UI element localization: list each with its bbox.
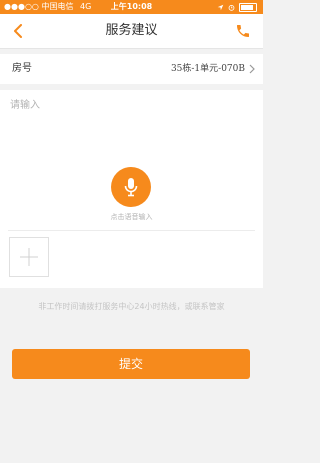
call-button[interactable] (231, 19, 255, 43)
battery-icon (239, 2, 257, 12)
location-icon (217, 4, 224, 10)
plus-icon (20, 248, 38, 266)
divider (8, 230, 255, 231)
hotline-hint: 非工作时间请拨打服务中心24小时热线，或联系管家 (38, 302, 225, 311)
input-card: 点击语音输入 (0, 90, 263, 288)
submit-button[interactable]: 提交 (12, 349, 250, 379)
alarm-icon (228, 4, 235, 11)
voice-input-button[interactable] (111, 167, 151, 207)
microphone-icon (124, 178, 138, 197)
status-icons (217, 0, 257, 14)
status-bar: ●●●○○ 中国电信 4G 上午10:08 (0, 0, 263, 14)
phone-icon (237, 25, 249, 37)
chevron-right-icon (249, 64, 255, 74)
room-label: 房号 (12, 63, 32, 74)
nav-bar: 服务建议 (0, 14, 263, 49)
room-value: 35栋-1单元-070B (170, 64, 245, 74)
page-title: 服务建议 (105, 23, 158, 38)
add-photo-button[interactable] (9, 237, 49, 277)
room-number-row[interactable]: 房号 35栋-1单元-070B (0, 54, 263, 84)
voice-input-label: 点击语音输入 (110, 213, 153, 221)
suggestion-input[interactable] (10, 96, 250, 156)
